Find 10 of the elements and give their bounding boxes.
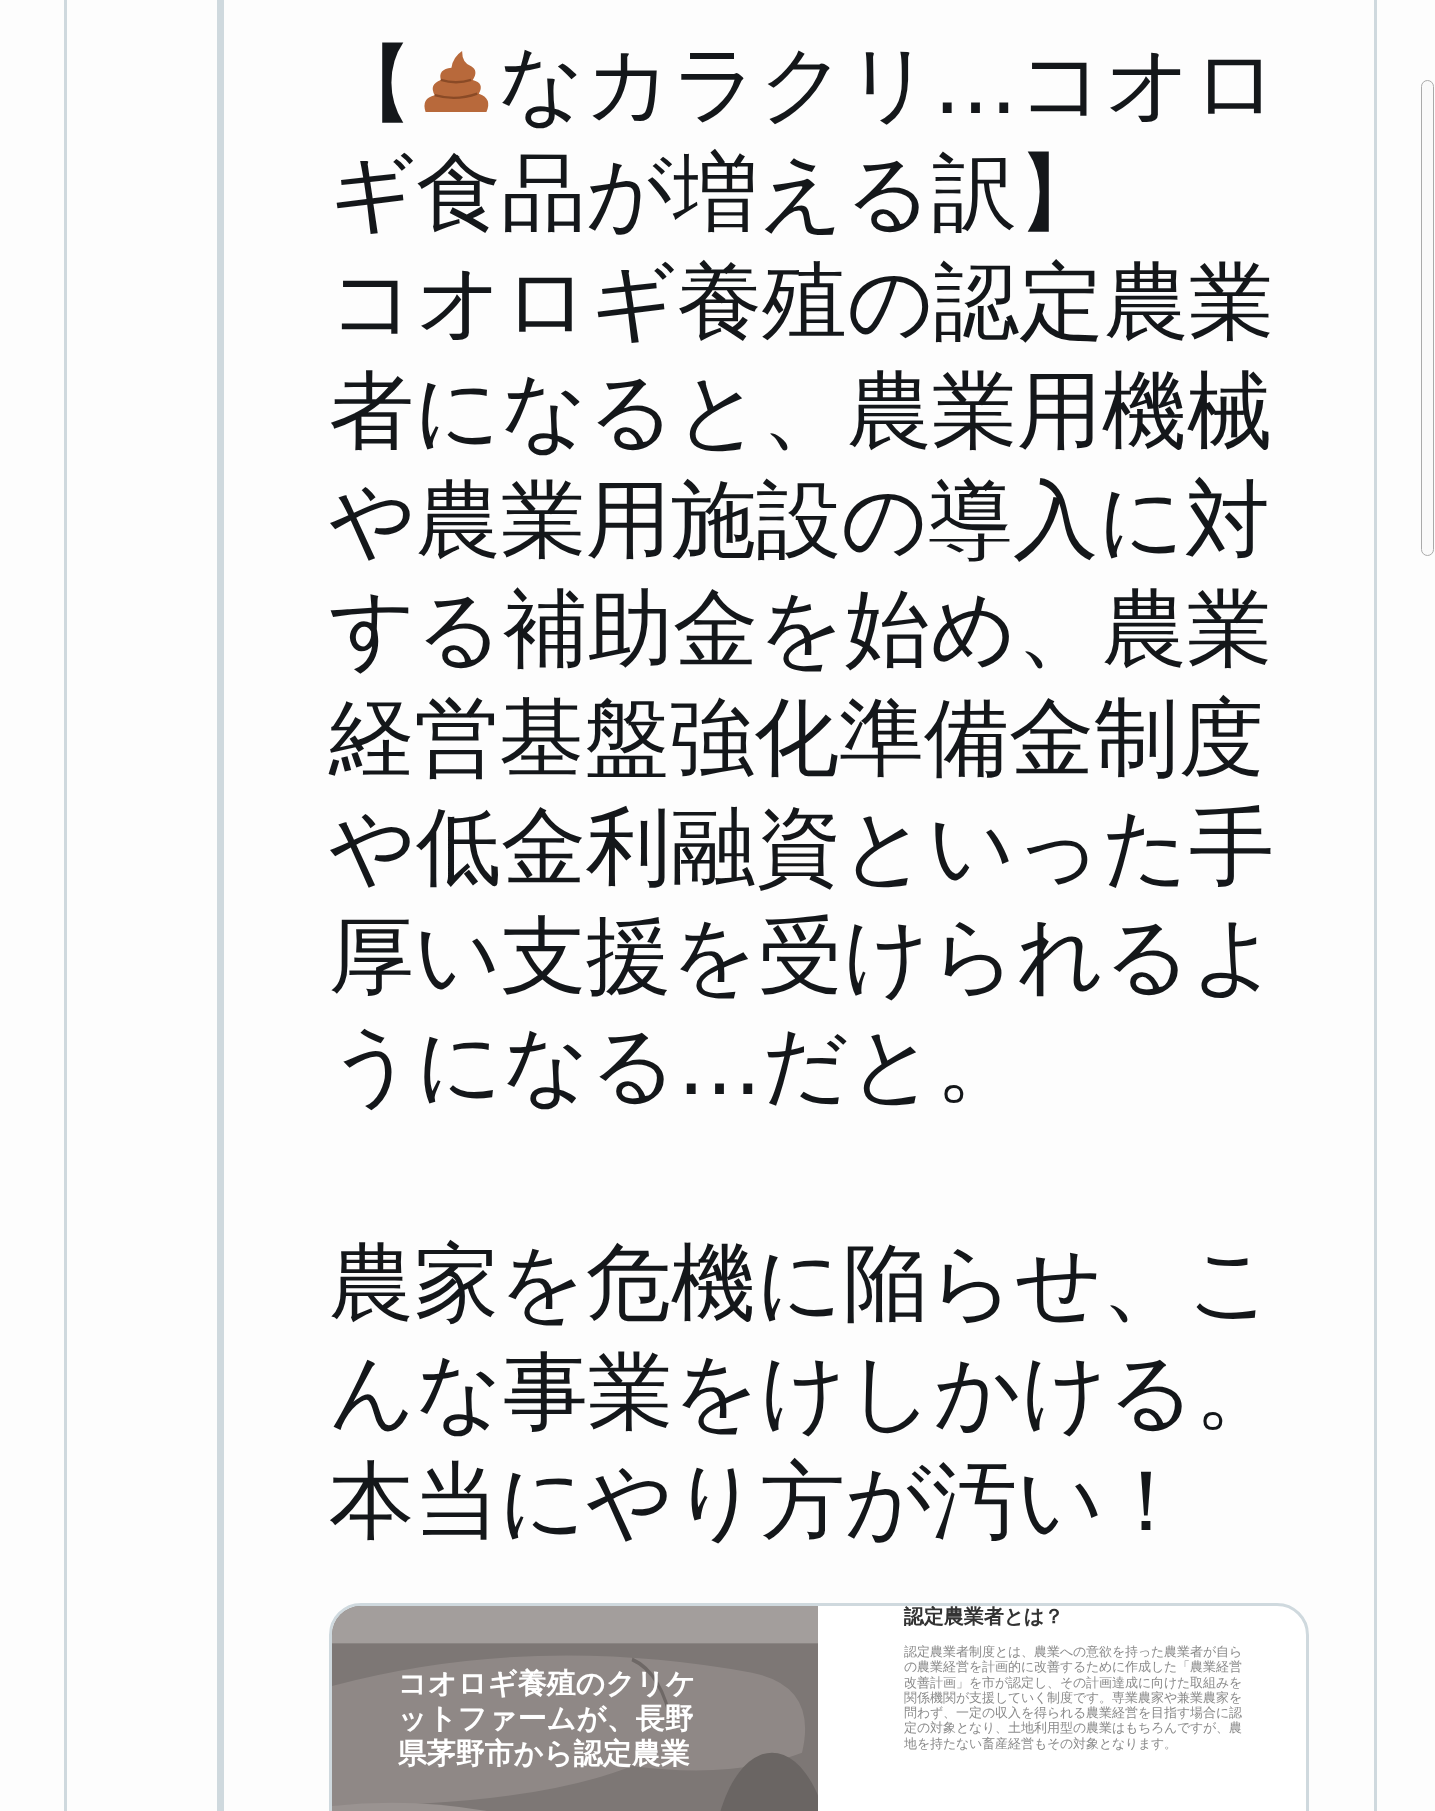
tweet-text: 本当にやり方が汚い！ (329, 1450, 1190, 1552)
tweet-text: 農家を危機に陥らせ、こんな事業をけしかける。 (329, 1232, 1281, 1443)
image-caption: コオロギ養殖のクリケットファームが、長野県茅野市から認定農業 (398, 1666, 697, 1771)
document-heading: 認定農業者とは？ (904, 1606, 1065, 1628)
tweet-text: コオロギ養殖の認定農業者になると、農業用機械や農業用施設の導入に対する補助金を始め、農業経営基盤強化準備金制度や低金利融資といった手厚い支援を受けられるようになる…だと。 (329, 251, 1279, 1116)
document-text: 認定農業者制度とは、農業への意欲を持った農業者が自らの農業経営を計画的に改善するために作成した「農業経営改善計画」を市が認定し、その計画達成に向けた取組みを関係機関が支援していく制度です。専業農家や兼業農家を問わず、一定の収入を得られる農業経営を目指す場合に認定の対象となり、土地利用型の農業はもちろんですが、農地を持たない畜産経営もその対象となります。 (904, 1644, 1243, 1752)
tweet-heading-text: なカラクリ…コオロ (498, 34, 1279, 133)
tweet-heading-text: ギ食品が増える訳】 (329, 143, 1102, 242)
scrollbar[interactable] (1421, 80, 1434, 556)
tweet-heading-text: 【 (329, 34, 414, 133)
